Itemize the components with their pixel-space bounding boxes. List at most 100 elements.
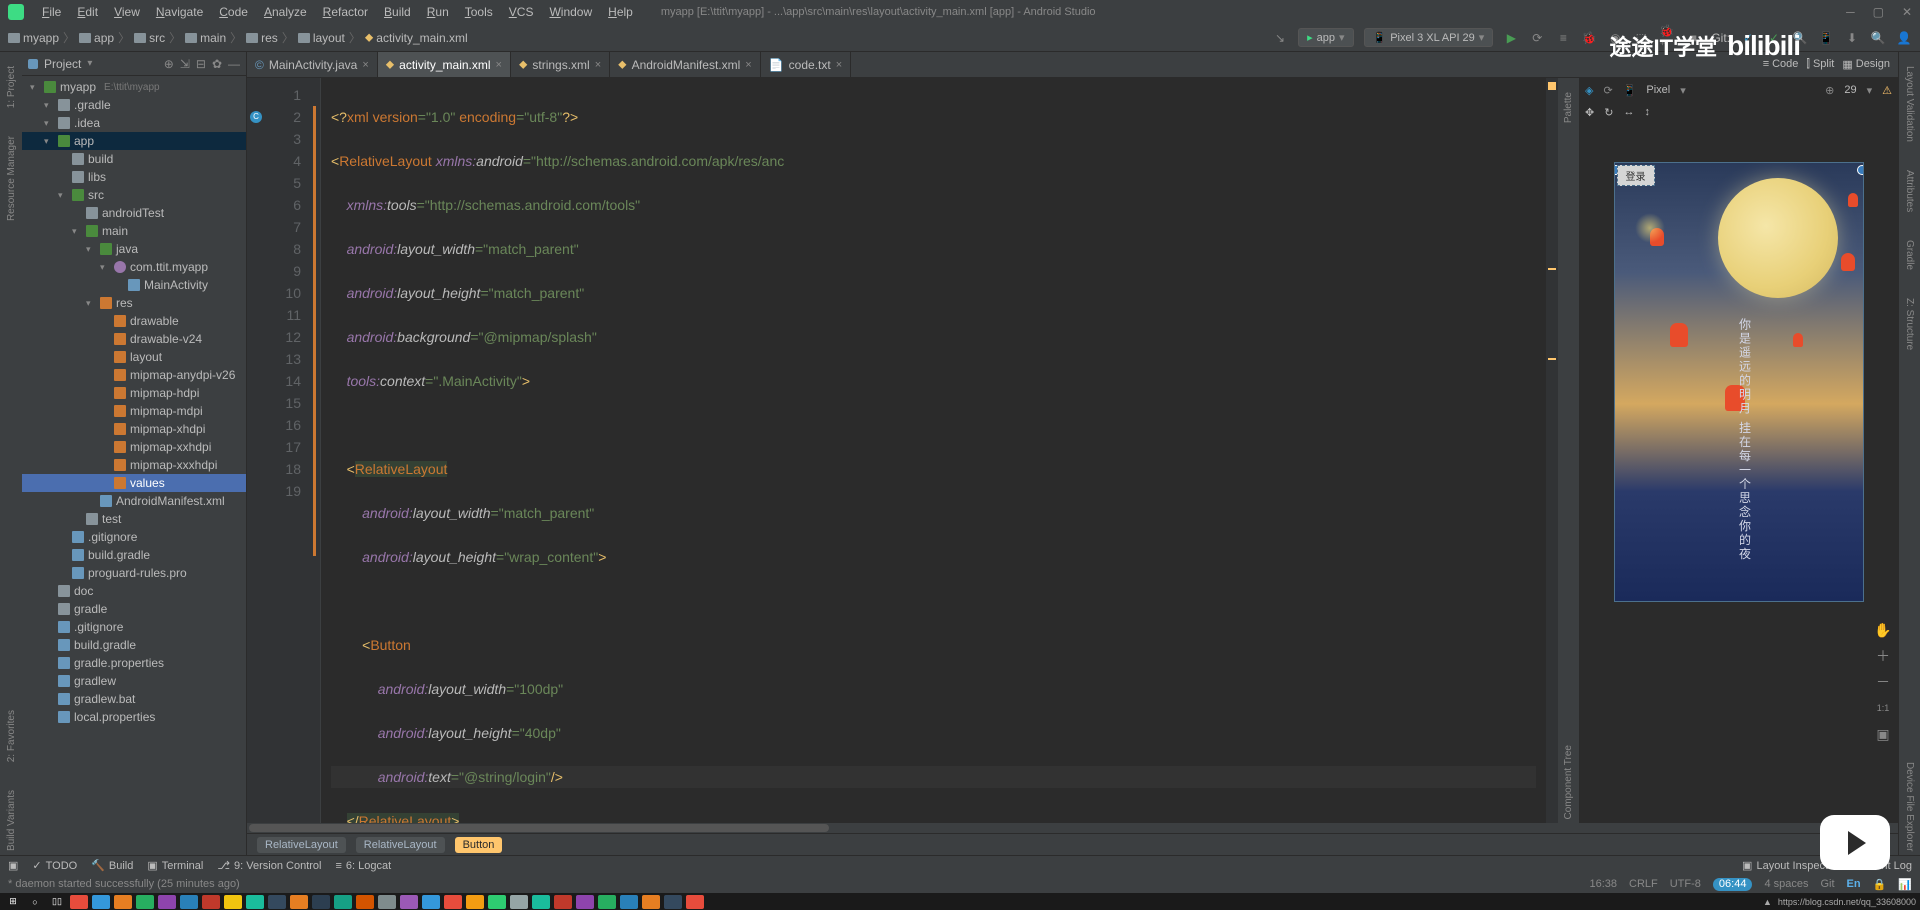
design-surface-icon[interactable]: ◈ [1585,84,1593,97]
structure-tab[interactable]: Z: Structure [1904,294,1915,354]
tree-item[interactable]: build [22,150,246,168]
tree-item[interactable]: AndroidManifest.xml [22,492,246,510]
sdk-manager-icon[interactable]: ⬇ [1844,30,1860,46]
project-tool-tab[interactable]: 1: Project [6,62,17,112]
favorites-tab[interactable]: 2: Favorites [6,706,17,766]
attributes-tab[interactable]: Attributes [1904,166,1915,216]
tree-item[interactable]: drawable-v24 [22,330,246,348]
menu-tools[interactable]: Tools [457,5,501,19]
tree-item[interactable]: .gitignore [22,618,246,636]
expand-v-icon[interactable]: ↕ [1644,106,1650,118]
menu-analyze[interactable]: Analyze [256,5,315,19]
device-dropdown[interactable]: 📱Pixel 3 XL API 29▾ [1364,28,1494,47]
menu-edit[interactable]: Edit [69,5,106,19]
logcat-tool[interactable]: ≡ 6: Logcat [335,860,391,872]
task-app[interactable] [246,895,264,909]
tree-item[interactable]: ▾src [22,186,246,204]
tree-item[interactable]: ▾com.ttit.myapp [22,258,246,276]
tree-item[interactable]: build.gradle [22,546,246,564]
tree-item[interactable]: doc [22,582,246,600]
crumb-file[interactable]: ⬥activity_main.xml [365,30,468,45]
tree-item[interactable]: build.gradle [22,636,246,654]
tree-item[interactable]: mipmap-hdpi [22,384,246,402]
palette-tab[interactable]: Palette [1563,88,1574,127]
line-ending[interactable]: CRLF [1629,878,1658,891]
phone-preview[interactable]: 登录 你是遥远的明月 挂在每一个思念你的夜 [1614,162,1864,602]
crumb-myapp[interactable]: myapp [8,31,59,45]
tree-item[interactable]: proguard-rules.pro [22,564,246,582]
tree-item[interactable]: ▾app [22,132,246,150]
close-icon[interactable]: ✕ [1902,5,1912,19]
task-app[interactable] [378,895,396,909]
crumb-layout[interactable]: layout [298,31,345,45]
settings-icon[interactable]: ✿ [212,57,222,71]
tree-item[interactable]: ▾java [22,240,246,258]
crumb-main[interactable]: main [185,31,226,45]
code-editor[interactable]: C 12345678910111213141516171819 <?xml ve… [247,78,1558,823]
collapse-all-icon[interactable]: ⊟ [196,57,206,71]
device-type-icon[interactable]: 📱 [1623,84,1637,97]
search-everywhere-icon[interactable]: 🔍 [1870,30,1886,46]
search-task-icon[interactable]: ○ [26,895,44,909]
project-view-label[interactable]: Project [44,57,81,71]
lock-icon[interactable]: 🔒 [1873,878,1887,891]
task-app[interactable] [356,895,374,909]
tab-manifest[interactable]: ⬥AndroidManifest.xml× [610,52,761,77]
close-tab-icon[interactable]: × [836,59,842,71]
tree-item[interactable]: local.properties [22,708,246,726]
ime-indicator[interactable]: En [1847,878,1861,891]
project-tree[interactable]: ▾ myappE:\ttit\myapp ▾.gradle▾.idea▾appb… [22,76,246,855]
tree-item[interactable]: androidTest [22,204,246,222]
run-config-dropdown[interactable]: ▸app▾ [1298,28,1353,47]
menu-window[interactable]: Window [541,5,600,19]
layout-validation-tab[interactable]: Layout Validation [1904,62,1915,146]
project-view-dropdown-icon[interactable]: ▾ [87,58,92,69]
view-mode-design[interactable]: ▦Design [1842,58,1890,71]
tree-item[interactable]: ▾.gradle [22,96,246,114]
rotate-icon[interactable]: ↻ [1604,106,1613,119]
menu-vcs[interactable]: VCS [501,5,542,19]
task-app[interactable] [290,895,308,909]
apply-changes-icon[interactable]: ⟳ [1529,30,1545,46]
zoom-out-icon[interactable]: － [1874,673,1892,691]
tree-item[interactable]: mipmap-xhdpi [22,420,246,438]
tree-item[interactable]: gradle.properties [22,654,246,672]
orientation-icon[interactable]: ⟳ [1603,84,1612,97]
task-app[interactable] [664,895,682,909]
tree-item[interactable]: layout [22,348,246,366]
menu-build[interactable]: Build [376,5,419,19]
tree-item[interactable]: test [22,510,246,528]
vcs-tool[interactable]: ⎇ 9: Version Control [217,859,321,872]
tree-root[interactable]: ▾ myappE:\ttit\myapp [22,78,246,96]
close-tab-icon[interactable]: × [496,59,502,71]
close-tab-icon[interactable]: × [595,59,601,71]
tab-code-txt[interactable]: 📄code.txt× [761,52,851,77]
crumb-src[interactable]: src [134,31,165,45]
task-app[interactable] [444,895,462,909]
task-app[interactable] [70,895,88,909]
task-app[interactable] [180,895,198,909]
terminal-tool[interactable]: ▣ Terminal [147,859,203,872]
menu-view[interactable]: View [106,5,148,19]
tree-item[interactable]: mipmap-xxxhdpi [22,456,246,474]
maximize-icon[interactable]: ▢ [1873,5,1884,19]
memory-indicator[interactable]: 📊 [1898,878,1912,891]
task-app[interactable] [532,895,550,909]
tree-item[interactable]: ▾.idea [22,114,246,132]
sync-icon[interactable]: ↘ [1272,30,1288,46]
resource-manager-tab[interactable]: Resource Manager [6,132,17,225]
tree-item[interactable]: mipmap-xxhdpi [22,438,246,456]
fold-strip[interactable] [309,78,321,823]
tree-item[interactable]: gradlew.bat [22,690,246,708]
component-tree-tab[interactable]: Component Tree [1563,741,1574,824]
view-mode-split[interactable]: ⫿Split [1806,58,1834,71]
video-play-button[interactable] [1820,815,1890,870]
tree-item[interactable]: .gitignore [22,528,246,546]
inspection-indicator[interactable] [1548,82,1556,90]
taskview-icon[interactable]: ▯▯ [48,895,66,909]
tree-item[interactable]: ▾res [22,294,246,312]
code-content[interactable]: <?xml version="1.0" encoding="utf-8"?> <… [321,78,1546,823]
task-app[interactable] [642,895,660,909]
build-tool[interactable]: 🔨 Build [91,859,133,872]
git-branch[interactable]: Git [1820,878,1834,891]
